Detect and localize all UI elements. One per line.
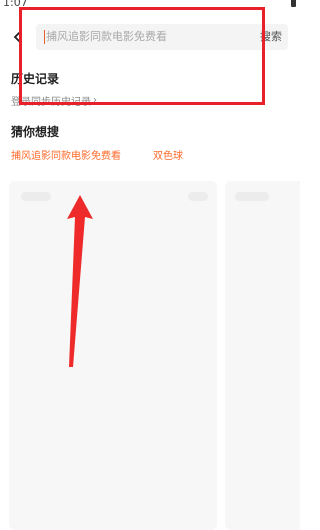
- battery-icon: [291, 0, 296, 7]
- status-bar: 1:07: [0, 0, 300, 16]
- history-title: 历史记录: [11, 72, 60, 86]
- chevron-left-icon: [13, 30, 22, 44]
- skeleton-placeholder: [235, 192, 269, 201]
- guess-title: 猜你想搜: [11, 125, 60, 139]
- skeleton-placeholder: [188, 192, 208, 201]
- search-input[interactable]: [46, 24, 246, 50]
- login-sync-link[interactable]: 登录同步历史记录 ›: [11, 93, 97, 108]
- content-card[interactable]: [9, 181, 217, 530]
- text-cursor: [44, 30, 45, 44]
- annotation-highlight-box: [19, 7, 265, 105]
- guess-item[interactable]: 捕风追影同款电影免费看: [11, 147, 121, 162]
- search-button[interactable]: 搜索: [260, 24, 282, 50]
- content-card[interactable]: [225, 181, 300, 530]
- skeleton-placeholder: [21, 192, 51, 201]
- chevron-right-icon: ›: [93, 95, 97, 106]
- login-sync-label: 登录同步历史记录: [11, 97, 91, 108]
- back-button[interactable]: [10, 27, 26, 47]
- status-time: 1:07: [3, 0, 28, 9]
- guess-item[interactable]: 双色球: [153, 147, 183, 162]
- search-bar: 搜索: [36, 24, 288, 50]
